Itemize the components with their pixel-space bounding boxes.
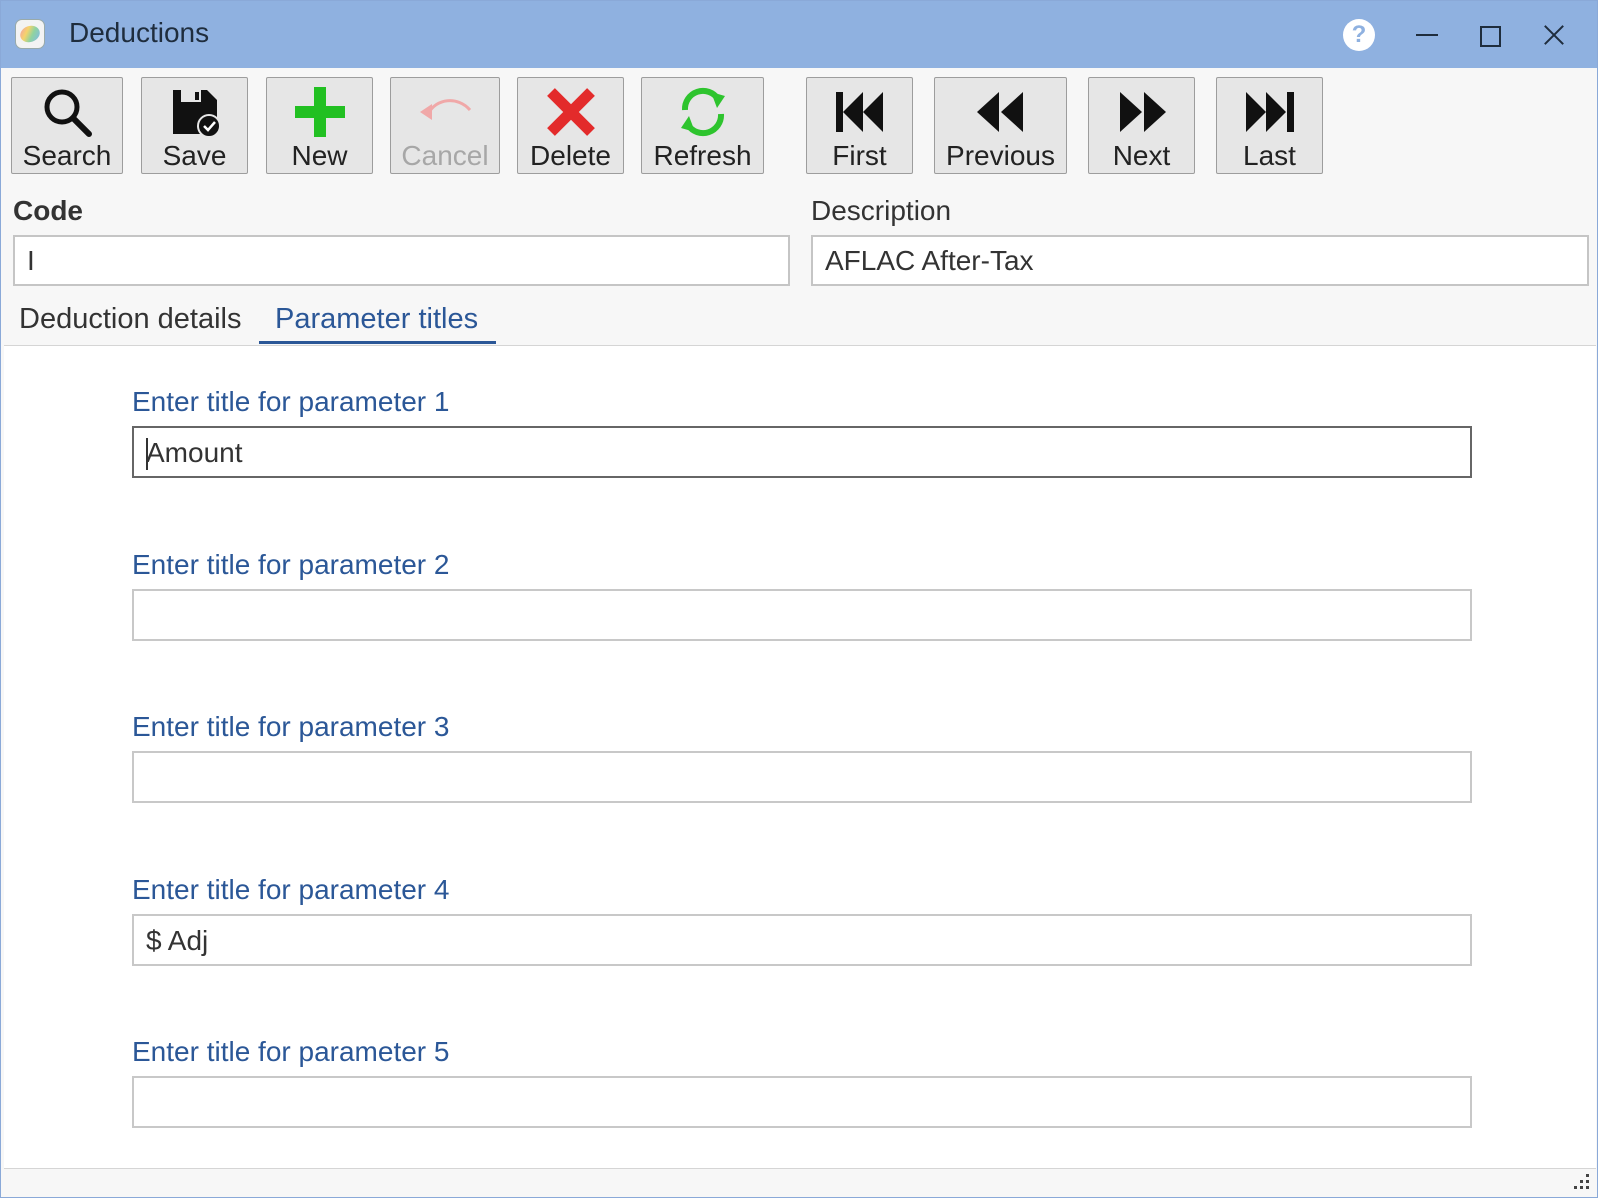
last-label: Last bbox=[1243, 140, 1296, 171]
save-button[interactable]: Save bbox=[141, 77, 248, 174]
rewind-icon bbox=[935, 84, 1066, 142]
param-1-input[interactable]: Amount bbox=[132, 426, 1472, 478]
help-icon[interactable]: ? bbox=[1343, 19, 1375, 51]
deductions-window: Deductions ? Search Save New Cancel Dele… bbox=[0, 0, 1598, 1198]
description-label: Description bbox=[811, 195, 952, 226]
next-label: Next bbox=[1112, 140, 1171, 171]
search-icon bbox=[12, 84, 122, 142]
refresh-button[interactable]: Refresh bbox=[641, 77, 764, 174]
previous-button[interactable]: Previous bbox=[934, 77, 1067, 174]
close-icon[interactable] bbox=[1531, 13, 1575, 57]
refresh-icon bbox=[642, 84, 763, 142]
cancel-button[interactable]: Cancel bbox=[390, 77, 500, 174]
first-icon bbox=[807, 84, 912, 142]
param-1-label: Enter title for parameter 1 bbox=[132, 386, 450, 417]
new-button[interactable]: New bbox=[266, 77, 373, 174]
param-1-value: Amount bbox=[146, 437, 243, 468]
param-5-input[interactable] bbox=[132, 1076, 1472, 1128]
param-4-label: Enter title for parameter 4 bbox=[132, 874, 450, 905]
search-label: Search bbox=[22, 140, 112, 171]
delete-x-icon bbox=[518, 84, 623, 142]
fast-forward-icon bbox=[1089, 84, 1194, 142]
search-button[interactable]: Search bbox=[11, 77, 123, 174]
param-4-input[interactable]: $ Adj bbox=[132, 914, 1472, 966]
last-button[interactable]: Last bbox=[1216, 77, 1323, 174]
maximize-icon[interactable] bbox=[1467, 13, 1511, 57]
param-2-input[interactable] bbox=[132, 589, 1472, 641]
new-label: New bbox=[291, 140, 348, 171]
param-2-label: Enter title for parameter 2 bbox=[132, 549, 450, 580]
save-icon bbox=[142, 84, 247, 142]
plus-icon bbox=[267, 84, 372, 142]
tab-deduction-details[interactable]: Deduction details bbox=[19, 303, 241, 336]
undo-icon bbox=[391, 84, 499, 142]
last-icon bbox=[1217, 84, 1322, 142]
next-button[interactable]: Next bbox=[1088, 77, 1195, 174]
param-3-label: Enter title for parameter 3 bbox=[132, 711, 450, 742]
active-tab-indicator bbox=[259, 341, 496, 344]
description-field[interactable]: AFLAC After-Tax bbox=[811, 235, 1589, 286]
tab-parameter-titles[interactable]: Parameter titles bbox=[275, 303, 478, 336]
delete-button[interactable]: Delete bbox=[517, 77, 624, 174]
param-3-input[interactable] bbox=[132, 751, 1472, 803]
minimize-icon[interactable] bbox=[1404, 13, 1448, 57]
first-label: First bbox=[832, 140, 887, 171]
first-button[interactable]: First bbox=[806, 77, 913, 174]
title-bar: Deductions ? bbox=[1, 1, 1597, 68]
parameter-titles-panel: Enter title for parameter 1 Amount Enter… bbox=[4, 345, 1596, 1169]
tab-strip: Deduction details Parameter titles bbox=[1, 297, 1597, 347]
toolbar: Search Save New Cancel Delete Refresh Fi… bbox=[1, 68, 1597, 178]
delete-label: Delete bbox=[530, 140, 611, 171]
app-icon bbox=[15, 19, 45, 49]
save-label: Save bbox=[162, 140, 227, 171]
code-field[interactable]: I bbox=[13, 235, 790, 286]
text-caret bbox=[146, 438, 148, 470]
param-5-label: Enter title for parameter 5 bbox=[132, 1036, 450, 1067]
refresh-label: Refresh bbox=[653, 140, 752, 171]
resize-grip-icon[interactable] bbox=[1571, 1171, 1591, 1191]
param-4-value: $ Adj bbox=[146, 925, 209, 956]
cancel-label: Cancel bbox=[401, 140, 489, 171]
previous-label: Previous bbox=[946, 140, 1055, 171]
code-label: Code bbox=[13, 195, 83, 226]
window-title: Deductions bbox=[69, 17, 210, 48]
